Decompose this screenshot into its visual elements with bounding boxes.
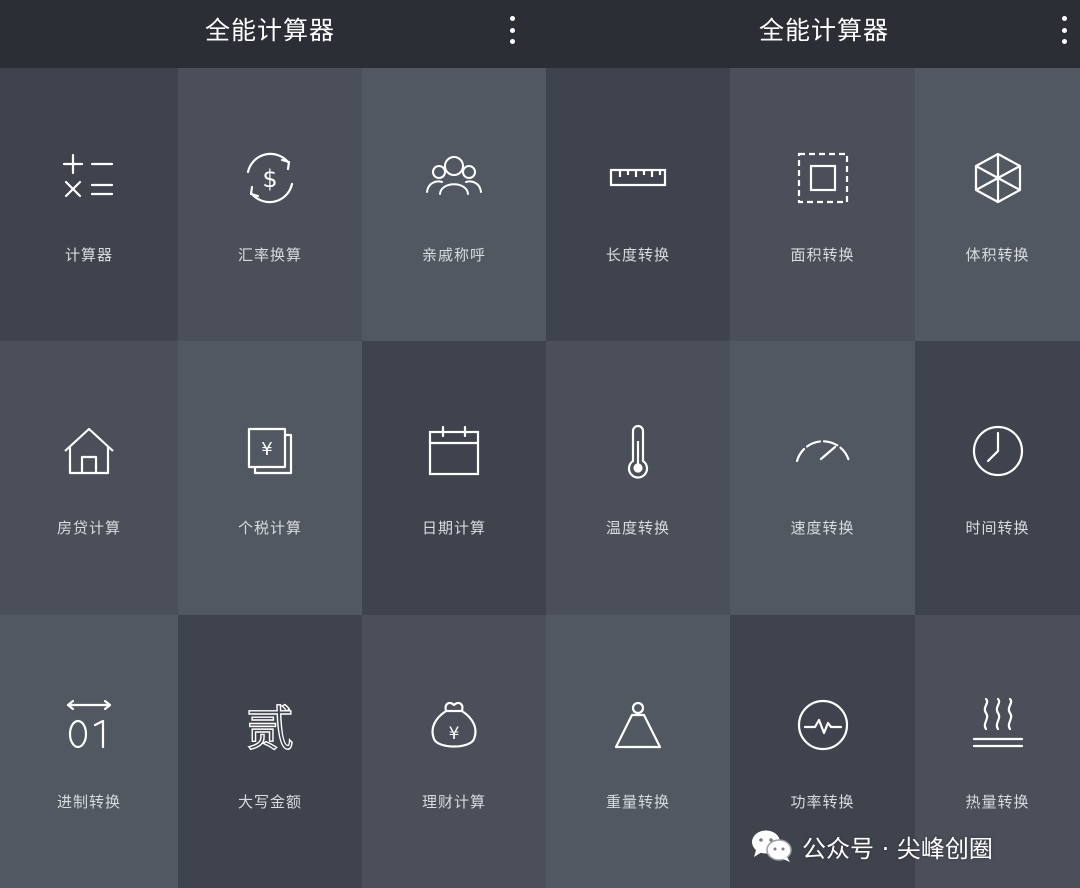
tile-area[interactable]: 面积转换 xyxy=(730,68,915,341)
tile-weight[interactable]: 重量转换 xyxy=(546,615,730,888)
tile-label: 大写金额 xyxy=(237,793,302,811)
app-title: 全能计算器 xyxy=(205,16,336,45)
tile-relatives[interactable]: 亲戚称呼 xyxy=(362,68,546,341)
tile-volume[interactable]: 体积转换 xyxy=(915,68,1080,341)
tile-label: 亲戚称呼 xyxy=(421,246,486,264)
cube-icon xyxy=(968,148,1028,208)
house-icon xyxy=(59,421,119,481)
tile-label: 汇率换算 xyxy=(237,246,302,264)
tile-label: 时间转换 xyxy=(965,519,1030,537)
tile-label: 速度转换 xyxy=(790,519,855,537)
weight-icon xyxy=(608,695,668,755)
tile-label: 日期计算 xyxy=(421,519,486,537)
tile-label: 计算器 xyxy=(64,246,113,264)
tile-label: 房贷计算 xyxy=(56,519,121,537)
tile-capital-amount[interactable]: 贰 大写金额 xyxy=(178,615,362,888)
tile-label: 个税计算 xyxy=(237,519,302,537)
thermometer-icon xyxy=(608,421,668,481)
svg-text:¥: ¥ xyxy=(449,724,460,744)
relatives-group-icon xyxy=(424,148,484,208)
tile-temperature[interactable]: 温度转换 xyxy=(546,341,730,615)
dot xyxy=(1061,16,1067,21)
money-bag-icon: ¥ xyxy=(424,695,484,755)
app-bar: 全能计算器 xyxy=(0,0,546,68)
tile-speed[interactable]: 速度转换 xyxy=(730,341,915,615)
right-screen: 全能计算器 长度转换 面积转换 体积转换 温度转换 速度转换 时间转换 重量转换… xyxy=(546,0,1080,888)
left-screen: 全能计算器 计算器 $ 汇率换算 亲戚称呼 房贷计算 ¥ 个税计算 日期计算 进… xyxy=(0,0,546,888)
tile-label: 理财计算 xyxy=(421,793,486,811)
tile-number-base[interactable]: 进制转换 xyxy=(0,615,178,888)
tile-length[interactable]: 长度转换 xyxy=(546,68,730,341)
tile-label: 热量转换 xyxy=(965,793,1030,811)
more-options-button[interactable] xyxy=(1056,16,1072,44)
binary-icon xyxy=(59,695,119,755)
tax-document-icon: ¥ xyxy=(240,421,300,481)
tile-date[interactable]: 日期计算 xyxy=(362,341,546,615)
more-options-button[interactable] xyxy=(504,16,520,44)
tool-grid: 计算器 $ 汇率换算 亲戚称呼 房贷计算 ¥ 个税计算 日期计算 进制转换 贰 … xyxy=(0,68,546,888)
dot xyxy=(509,39,515,44)
dot xyxy=(509,27,515,33)
wechat-icon xyxy=(750,828,794,864)
dot xyxy=(1061,39,1067,44)
heat-icon xyxy=(968,695,1028,755)
tile-mortgage[interactable]: 房贷计算 xyxy=(0,341,178,615)
tile-time[interactable]: 时间转换 xyxy=(915,341,1080,615)
dot xyxy=(1061,27,1067,33)
ruler-icon xyxy=(608,148,668,208)
watermark-text: 公众号 · 尖峰创圈 xyxy=(802,834,993,863)
tile-label: 进制转换 xyxy=(56,793,121,811)
tile-exchange-rate[interactable]: $ 汇率换算 xyxy=(178,68,362,341)
tile-label: 面积转换 xyxy=(790,246,855,264)
watermark: 公众号 · 尖峰创圈 xyxy=(750,826,993,866)
tile-income-tax[interactable]: ¥ 个税计算 xyxy=(178,341,362,615)
app-bar: 全能计算器 xyxy=(546,0,1080,68)
speedometer-icon xyxy=(793,421,853,481)
clock-icon xyxy=(968,421,1028,481)
chinese-numeral-icon: 贰 xyxy=(240,695,300,755)
tile-label: 温度转换 xyxy=(605,519,670,537)
tile-label: 重量转换 xyxy=(605,793,670,811)
svg-text:$: $ xyxy=(262,165,277,193)
area-icon xyxy=(793,148,853,208)
calculator-ops-icon xyxy=(59,148,119,208)
tool-grid: 长度转换 面积转换 体积转换 温度转换 速度转换 时间转换 重量转换 功率转换 … xyxy=(546,68,1080,888)
power-pulse-icon xyxy=(793,695,853,755)
app-title: 全能计算器 xyxy=(759,16,890,45)
tile-finance[interactable]: ¥ 理财计算 xyxy=(362,615,546,888)
calendar-icon xyxy=(424,421,484,481)
svg-text:¥: ¥ xyxy=(261,439,272,460)
tile-label: 功率转换 xyxy=(790,793,855,811)
dot xyxy=(509,16,515,21)
svg-text:贰: 贰 xyxy=(246,701,294,755)
tile-calculator[interactable]: 计算器 xyxy=(0,68,178,341)
tile-label: 长度转换 xyxy=(605,246,670,264)
tile-label: 体积转换 xyxy=(965,246,1030,264)
currency-exchange-icon: $ xyxy=(240,148,300,208)
